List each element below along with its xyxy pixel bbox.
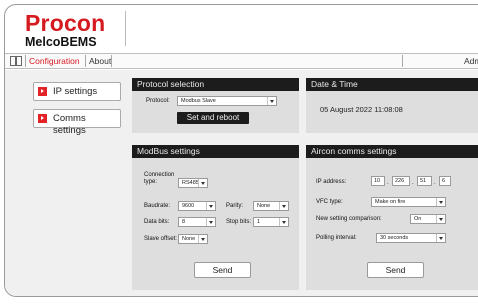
menu-separator (85, 55, 86, 67)
chevron-down-icon (198, 179, 207, 187)
arrow-right-icon (38, 114, 47, 123)
procon-logo: Procon MelcoBEMS (25, 12, 105, 50)
connection-type-select[interactable]: RS485 (178, 178, 208, 188)
stop-bits-value: 1 (257, 219, 261, 225)
baudrate-label: Baudrate: (144, 203, 171, 209)
ip-octet-1-input[interactable]: 10 (371, 176, 385, 186)
menu-bar: Configuration About Admi (5, 53, 478, 69)
vfc-type-select[interactable]: Make on fire (371, 197, 446, 207)
chevron-down-icon (436, 215, 445, 223)
chevron-down-icon (279, 218, 288, 226)
chevron-down-icon (279, 202, 288, 210)
content-area: IP settings Comms settings Protocol sele… (5, 70, 478, 296)
set-and-reboot-button[interactable]: Set and reboot (177, 112, 249, 124)
modbus-panel: ModBus settings Connection type: RS485 B… (132, 145, 299, 290)
book-icon[interactable] (10, 56, 22, 66)
parity-value: None (257, 203, 271, 209)
protocol-label: Protocol: (146, 98, 170, 104)
menu-about[interactable]: About (89, 56, 111, 67)
datetime-panel-title: Date & Time (306, 78, 478, 91)
polling-interval-label: Polling interval: (316, 235, 357, 241)
data-bits-select[interactable]: 8 (178, 217, 216, 227)
parity-label: Parity: (226, 203, 244, 209)
menu-separator (402, 55, 403, 67)
chevron-down-icon (436, 234, 445, 242)
slave-offset-value: None (182, 236, 196, 242)
menu-separator (25, 55, 26, 67)
vfc-type-value: Make on fire (375, 199, 406, 205)
modbus-send-button[interactable]: Send (194, 262, 251, 278)
data-bits-label: Data bits: (144, 219, 170, 225)
aircon-send-button[interactable]: Send (367, 262, 424, 278)
vfc-type-label: VFC type: (316, 199, 343, 205)
menu-admin[interactable]: Admi (464, 56, 478, 67)
ip-octet-2-input[interactable]: 226 (392, 176, 410, 186)
baudrate-select[interactable]: 9600 (178, 201, 216, 211)
ip-octet-3-input[interactable]: 51 (417, 176, 432, 186)
ip-address-label: IP address: (316, 179, 347, 185)
menu-separator (111, 55, 112, 67)
protocol-select[interactable]: Modbus Slave (177, 96, 277, 106)
browser-frame: Procon MelcoBEMS Configuration About Adm… (4, 4, 478, 297)
slave-offset-label: Slave offset: (144, 236, 177, 242)
baudrate-value: 9600 (182, 203, 195, 209)
chevron-down-icon (267, 97, 276, 105)
aircon-panel: Aircon comms settings IP address: 10 . 2… (306, 145, 478, 290)
stop-bits-select[interactable]: 1 (253, 217, 289, 227)
header-divider (125, 11, 126, 46)
connection-type-label: Connection type: (144, 172, 175, 185)
setting-comparison-select[interactable]: On (410, 214, 446, 224)
nav-comms-settings[interactable]: Comms settings (33, 109, 121, 136)
protocol-panel-title: Protocol selection (132, 78, 299, 91)
ip-dot: . (412, 180, 414, 186)
slave-offset-select[interactable]: None (178, 234, 208, 244)
ip-dot: . (387, 180, 389, 186)
nav-ip-settings-label: IP settings (53, 86, 98, 97)
chevron-down-icon (206, 218, 215, 226)
polling-interval-value: 30 seconds (380, 235, 409, 241)
logo-product-text: MelcoBEMS (25, 35, 97, 49)
chevron-down-icon (206, 202, 215, 210)
ip-dot: . (434, 180, 436, 186)
connection-type-value: RS485 (182, 180, 199, 186)
nav-ip-settings[interactable]: IP settings (33, 82, 121, 101)
logo-procon-text: Procon (25, 10, 106, 36)
chevron-down-icon (436, 198, 445, 206)
nav-comms-settings-label: Comms settings (53, 113, 86, 136)
ip-octet-4-input[interactable]: 6 (439, 176, 451, 186)
parity-select[interactable]: None (253, 201, 289, 211)
protocol-panel: Protocol selection Protocol: Modbus Slav… (132, 78, 299, 133)
polling-interval-select[interactable]: 30 seconds (376, 233, 446, 243)
arrow-right-icon (38, 87, 47, 96)
chevron-down-icon (198, 235, 207, 243)
setting-comparison-value: On (414, 216, 422, 222)
aircon-panel-title: Aircon comms settings (306, 145, 478, 158)
datetime-panel: Date & Time 05 August 2022 11:08:08 (306, 78, 478, 133)
setting-comparison-label: New setting comparison: (316, 216, 382, 222)
data-bits-value: 8 (182, 219, 186, 225)
modbus-panel-title: ModBus settings (132, 145, 299, 158)
current-datetime: 05 August 2022 11:08:08 (320, 105, 403, 114)
stop-bits-label: Stop bits: (226, 219, 252, 225)
menu-configuration[interactable]: Configuration (29, 56, 80, 67)
protocol-select-value: Modbus Slave (181, 98, 216, 104)
